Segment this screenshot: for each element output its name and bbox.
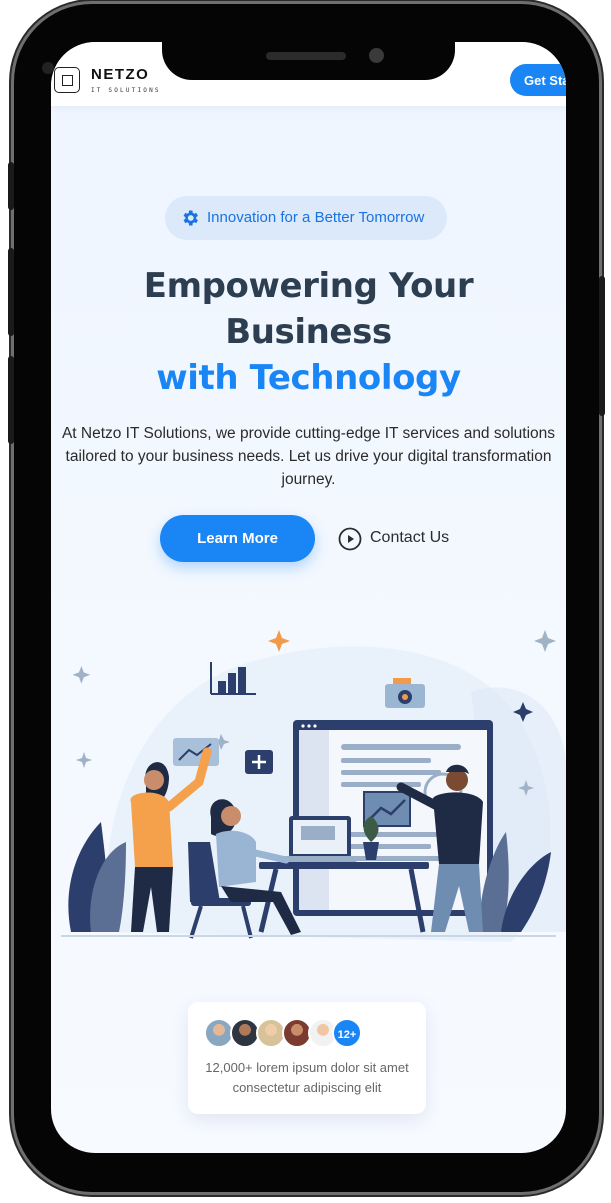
learn-more-button[interactable]: Learn More — [160, 515, 315, 562]
social-proof-text: 12,000+ lorem ipsum dolor sit amet conse… — [205, 1060, 409, 1095]
play-circle-icon — [338, 527, 362, 551]
side-button-silent — [8, 162, 14, 210]
logo-mark[interactable] — [54, 67, 80, 93]
get-started-button[interactable]: Get Sta — [510, 64, 566, 96]
social-proof-card: 12+ 12,000+ lorem ipsum dolor sit amet c… — [188, 1002, 426, 1114]
innovation-badge: Innovation for a Better Tomorrow — [165, 196, 447, 240]
camera-lens — [42, 62, 54, 74]
side-button-power — [599, 276, 605, 416]
hero-title-accent: with Technology — [156, 358, 461, 398]
hero-title-line-2: Business — [225, 312, 392, 352]
gear-icon — [183, 210, 198, 226]
phone-notch — [162, 40, 455, 80]
side-button-volume-down — [8, 356, 14, 444]
front-camera — [369, 48, 384, 63]
brand-tagline: IT SOLUTIONS — [91, 87, 161, 94]
hero-title-line-1: Empowering Your — [143, 266, 474, 306]
hero-description: At Netzo IT Solutions, we provide cuttin… — [61, 425, 556, 488]
badge-text: Innovation for a Better Tomorrow — [207, 209, 425, 226]
screen: NETZO IT SOLUTIONS Get Sta Innovation fo… — [51, 42, 566, 1153]
speaker-grille — [266, 52, 346, 60]
team-illustration — [61, 630, 566, 942]
contact-us-label: Contact Us — [370, 529, 450, 546]
brand-name[interactable]: NETZO — [91, 66, 149, 83]
side-button-volume-up — [8, 248, 14, 336]
avatar-more-count: 12+ — [332, 1018, 362, 1048]
